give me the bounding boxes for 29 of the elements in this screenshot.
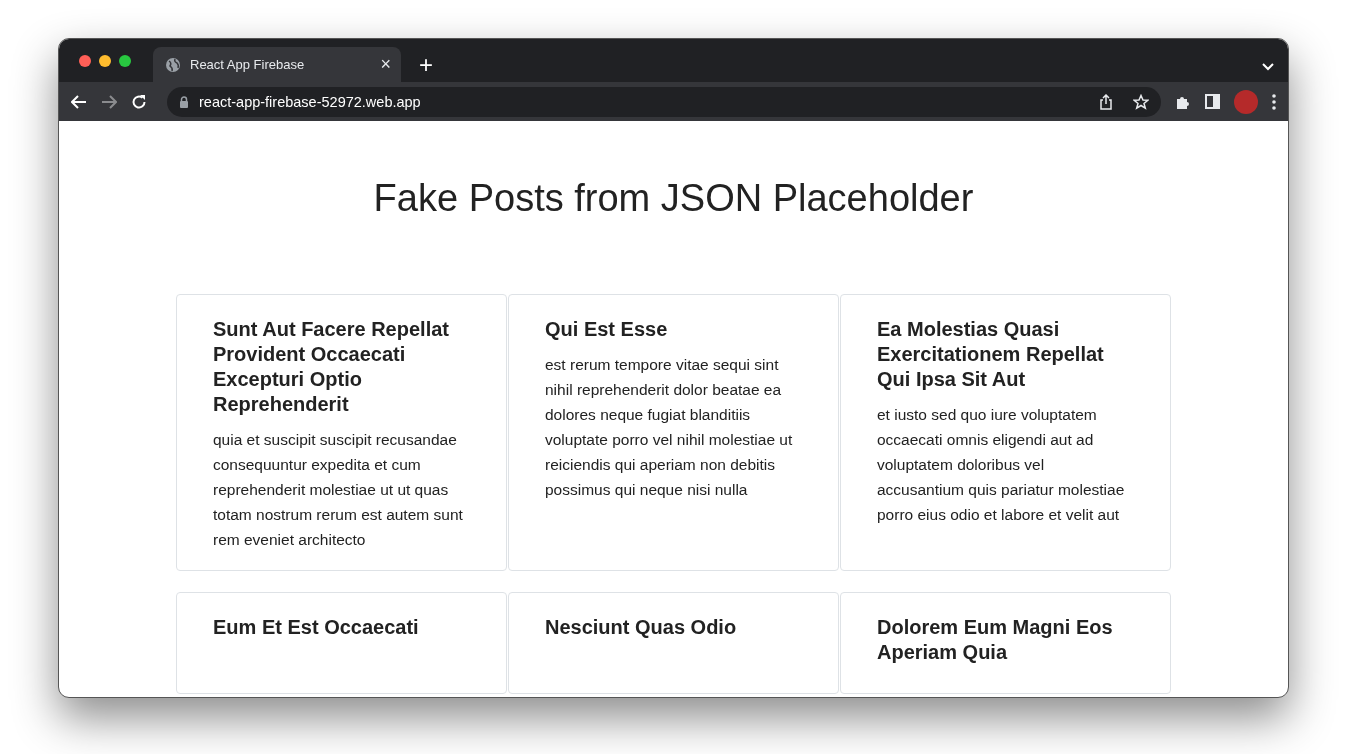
post-body: et iusto sed quo iure voluptatem occaecati omnis eligendi aut ad voluptatem doloribus vel accusantium quis pariatur molestiae porro eius odio et labore et velit aut bbox=[877, 405, 1126, 525]
post-title: Sunt Aut Facere Repellat Provident Occaecati Excepturi Optio Reprehenderit bbox=[213, 317, 450, 417]
close-window-button[interactable] bbox=[79, 54, 91, 67]
zoom-window-button[interactable] bbox=[119, 54, 131, 67]
star-icon[interactable] bbox=[1133, 93, 1149, 110]
url-text: react-app-firebase-52972.web.app bbox=[199, 93, 422, 110]
post-title: Eum Et Est Occaecati bbox=[213, 615, 420, 640]
post-title: Nesciunt Quas Odio bbox=[545, 615, 738, 640]
chevron-down-icon[interactable] bbox=[1262, 63, 1274, 71]
tab-title: React App Firebase bbox=[190, 57, 306, 72]
post-body: quia et suscipit suscipit recusandae consequuntur expedita et cum reprehenderit molestiae ut ut quas totam nostrum rerum est autem sunt rem eveniet architecto bbox=[213, 430, 464, 550]
tab-close-button[interactable]: × bbox=[380, 54, 391, 75]
page-heading: Fake Posts from JSON Placeholder bbox=[373, 177, 974, 220]
reload-icon[interactable] bbox=[131, 93, 147, 110]
minimize-window-button[interactable] bbox=[99, 54, 111, 67]
more-icon[interactable] bbox=[1272, 93, 1276, 110]
post-title: Ea Molestias Quasi Exercitationem Repellat Qui Ipsa Sit Aut bbox=[877, 317, 1105, 392]
post-title: Qui Est Esse bbox=[545, 317, 669, 342]
side-panel-icon[interactable] bbox=[1205, 94, 1220, 109]
post-title: Dolorem Eum Magni Eos Aperiam Quia bbox=[877, 615, 1114, 665]
globe-icon bbox=[165, 56, 181, 73]
address-bar[interactable]: react-app-firebase-52972.web.app bbox=[167, 86, 1161, 117]
forward-icon[interactable] bbox=[101, 94, 117, 109]
post-body: est rerum tempore vitae sequi sint nihil reprehenderit dolor beatae ea dolores neque fugiat blanditiis voluptate porro vel nihil molestiae ut reiciendis qui aperiam non debitis possimus qui neque nisi nulla bbox=[545, 355, 794, 500]
share-icon[interactable] bbox=[1099, 93, 1113, 110]
back-icon[interactable] bbox=[71, 94, 87, 109]
lock-icon bbox=[179, 95, 189, 108]
browser-tab[interactable]: React App Firebase × bbox=[153, 47, 401, 82]
new-tab-button[interactable]: + bbox=[415, 52, 437, 78]
